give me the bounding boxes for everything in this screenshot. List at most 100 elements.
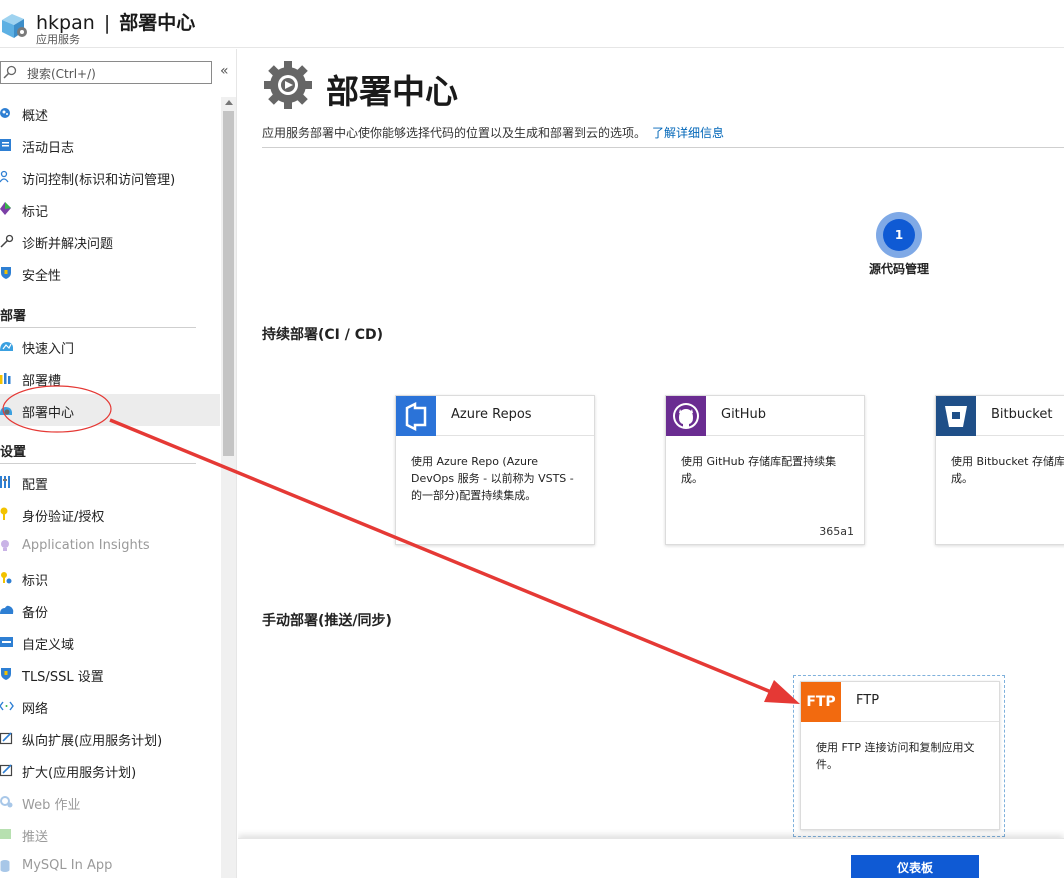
sidebar-item-label: MySQL In App <box>22 858 113 873</box>
sidebar-item-backup[interactable]: 备份 <box>0 594 220 626</box>
custom-domain-icon <box>0 637 13 647</box>
card-title: Bitbucket <box>991 407 1053 422</box>
sidebar-item-auth[interactable]: 身份验证/授权 <box>0 498 220 530</box>
ftp-icon: FTP <box>801 682 841 722</box>
card-description: 使用 GitHub 存储库配置持续集成。 <box>681 455 837 485</box>
ci-cd-heading: 持续部署(CI / CD) <box>262 327 384 343</box>
sidebar-item-label: Web 作业 <box>22 798 81 813</box>
sidebar-item-configuration[interactable]: 配置 <box>0 466 220 498</box>
card-header: Azure Repos <box>396 396 594 436</box>
card-description: 使用 Azure Repo (Azure DevOps 服务 - 以前称为 VS… <box>411 455 574 502</box>
wrench-icon <box>0 234 14 248</box>
ssl-shield-icon <box>1 668 11 680</box>
github-card[interactable]: GitHub 使用 GitHub 存储库配置持续集成。 365a1 <box>665 395 865 545</box>
sidebar-item-activity-log[interactable]: 活动日志 <box>0 129 220 161</box>
card-header: Bitbucket <box>936 396 1064 436</box>
sidebar-item-security[interactable]: 安全性 <box>0 257 220 289</box>
sidebar-item-label: TLS/SSL 设置 <box>22 670 104 685</box>
scale-up-icon <box>0 732 13 745</box>
scrollbar-thumb[interactable] <box>223 111 234 456</box>
sidebar-item-overview[interactable]: 概述 <box>0 97 220 129</box>
manual-deploy-heading: 手动部署(推送/同步) <box>262 613 392 629</box>
card-description: 使用 FTP 连接访问和复制应用文件。 <box>816 741 975 771</box>
activity-log-icon <box>0 139 11 151</box>
app-service-icon <box>2 14 27 38</box>
azure-repos-icon <box>396 396 436 436</box>
scale-out-icon <box>0 764 13 777</box>
card-description: 使用 Bitbucket 存储库配置持续集成。 <box>951 455 1064 485</box>
sidebar-item-label: 备份 <box>22 606 49 621</box>
learn-more-link[interactable]: 了解详细信息 <box>652 126 724 140</box>
card-title: FTP <box>856 693 880 708</box>
sidebar-item-label: 纵向扩展(应用服务计划) <box>22 734 163 749</box>
collapse-sidebar-button[interactable]: « <box>220 63 229 79</box>
overview-icon <box>0 108 10 118</box>
section-deploy: 部署 <box>0 309 27 324</box>
sidebar-item-webjobs[interactable]: Web 作业 <box>0 786 220 818</box>
page-title: 部署中心 <box>326 72 458 111</box>
dashboard-button[interactable]: 仪表板 <box>851 855 979 878</box>
gear-icon <box>264 61 312 109</box>
sidebar-item-networking[interactable]: 网络 <box>0 690 220 722</box>
sidebar-item-label: 标记 <box>22 205 49 220</box>
divider <box>262 147 1064 148</box>
push-icon <box>0 829 11 839</box>
sidebar-item-tags[interactable]: 标记 <box>0 193 220 225</box>
sidebar-item-label: 活动日志 <box>22 141 75 156</box>
sidebar-item-label: 安全性 <box>22 269 62 284</box>
search-placeholder: 搜索(Ctrl+/) <box>27 67 96 81</box>
search-input[interactable]: 搜索(Ctrl+/) <box>0 61 212 84</box>
description-text: 应用服务部署中心使你能够选择代码的位置以及生成和部署到云的选项。 <box>262 126 647 140</box>
sidebar-item-identity[interactable]: 标识 <box>0 562 220 594</box>
identity-icon <box>1 572 12 584</box>
sidebar-item-label: 部署中心 <box>22 406 75 421</box>
sidebar-item-access-control[interactable]: 访问控制(标识和访问管理) <box>0 161 220 193</box>
github-icon <box>666 396 706 436</box>
lightbulb-icon <box>1 540 9 551</box>
quickstart-icon <box>0 342 13 351</box>
key-icon <box>0 507 8 520</box>
page-description: 应用服务部署中心使你能够选择代码的位置以及生成和部署到云的选项。 了解详细信息 <box>262 124 724 141</box>
access-control-icon <box>0 170 9 183</box>
wizard-step-1[interactable]: 1 <box>876 212 922 258</box>
sidebar-item-label: 标识 <box>22 574 49 589</box>
sidebar-item-push[interactable]: 推送 <box>0 818 220 850</box>
card-title: GitHub <box>721 407 767 422</box>
sidebar-item-label: 诊断并解决问题 <box>22 237 114 252</box>
webjobs-icon <box>0 796 13 808</box>
sidebar-item-mysql-in-app[interactable]: MySQL In App <box>0 850 220 878</box>
sidebar-item-deployment-center[interactable]: 部署中心 <box>0 394 220 426</box>
mysql-icon <box>0 860 10 872</box>
section-settings: 设置 <box>0 445 27 460</box>
sidebar-item-label: 扩大(应用服务计划) <box>22 766 137 781</box>
sidebar-item-scale-up[interactable]: 纵向扩展(应用服务计划) <box>0 722 220 754</box>
sidebar-item-diagnose[interactable]: 诊断并解决问题 <box>0 225 220 257</box>
card-header: FTP FTP <box>801 682 999 722</box>
scroll-up-arrow-icon[interactable] <box>225 100 233 105</box>
ftp-card[interactable]: FTP FTP 使用 FTP 连接访问和复制应用文件。 <box>800 681 1000 830</box>
bitbucket-icon <box>936 396 976 436</box>
sidebar-item-quickstart[interactable]: 快速入门 <box>0 330 220 362</box>
deployment-slots-icon <box>0 373 11 384</box>
azure-repos-card[interactable]: Azure Repos 使用 Azure Repo (Azure DevOps … <box>395 395 595 545</box>
sidebar-item-label: 自定义域 <box>22 638 75 653</box>
configuration-icon <box>0 476 10 488</box>
title-separator: | <box>103 12 111 34</box>
sidebar-item-label: 配置 <box>22 478 49 493</box>
sidebar-item-tls-ssl[interactable]: TLS/SSL 设置 <box>0 658 220 690</box>
header-page-name: 部署中心 <box>119 12 196 34</box>
main-content: 部署中心 应用服务部署中心使你能够选择代码的位置以及生成和部署到云的选项。 了解详… <box>238 49 1064 878</box>
sidebar-item-label: 概述 <box>22 109 49 124</box>
bitbucket-card[interactable]: Bitbucket 使用 Bitbucket 存储库配置持续集成。 <box>935 395 1064 545</box>
sidebar-item-custom-domains[interactable]: 自定义域 <box>0 626 220 658</box>
step-number: 1 <box>883 219 915 251</box>
app-header: hkpan | 部署中心 应用服务 <box>0 0 1064 48</box>
search-icon <box>3 65 17 79</box>
sidebar-item-label: 快速入门 <box>22 342 75 357</box>
card-account: 365a1 <box>819 525 854 538</box>
sidebar-item-deployment-slots[interactable]: 部署槽 <box>0 362 220 394</box>
sidebar-item-label: Application Insights <box>22 538 150 553</box>
section-divider <box>0 327 196 328</box>
sidebar-item-scale-out[interactable]: 扩大(应用服务计划) <box>0 754 220 786</box>
sidebar-item-app-insights[interactable]: Application Insights <box>0 530 220 562</box>
